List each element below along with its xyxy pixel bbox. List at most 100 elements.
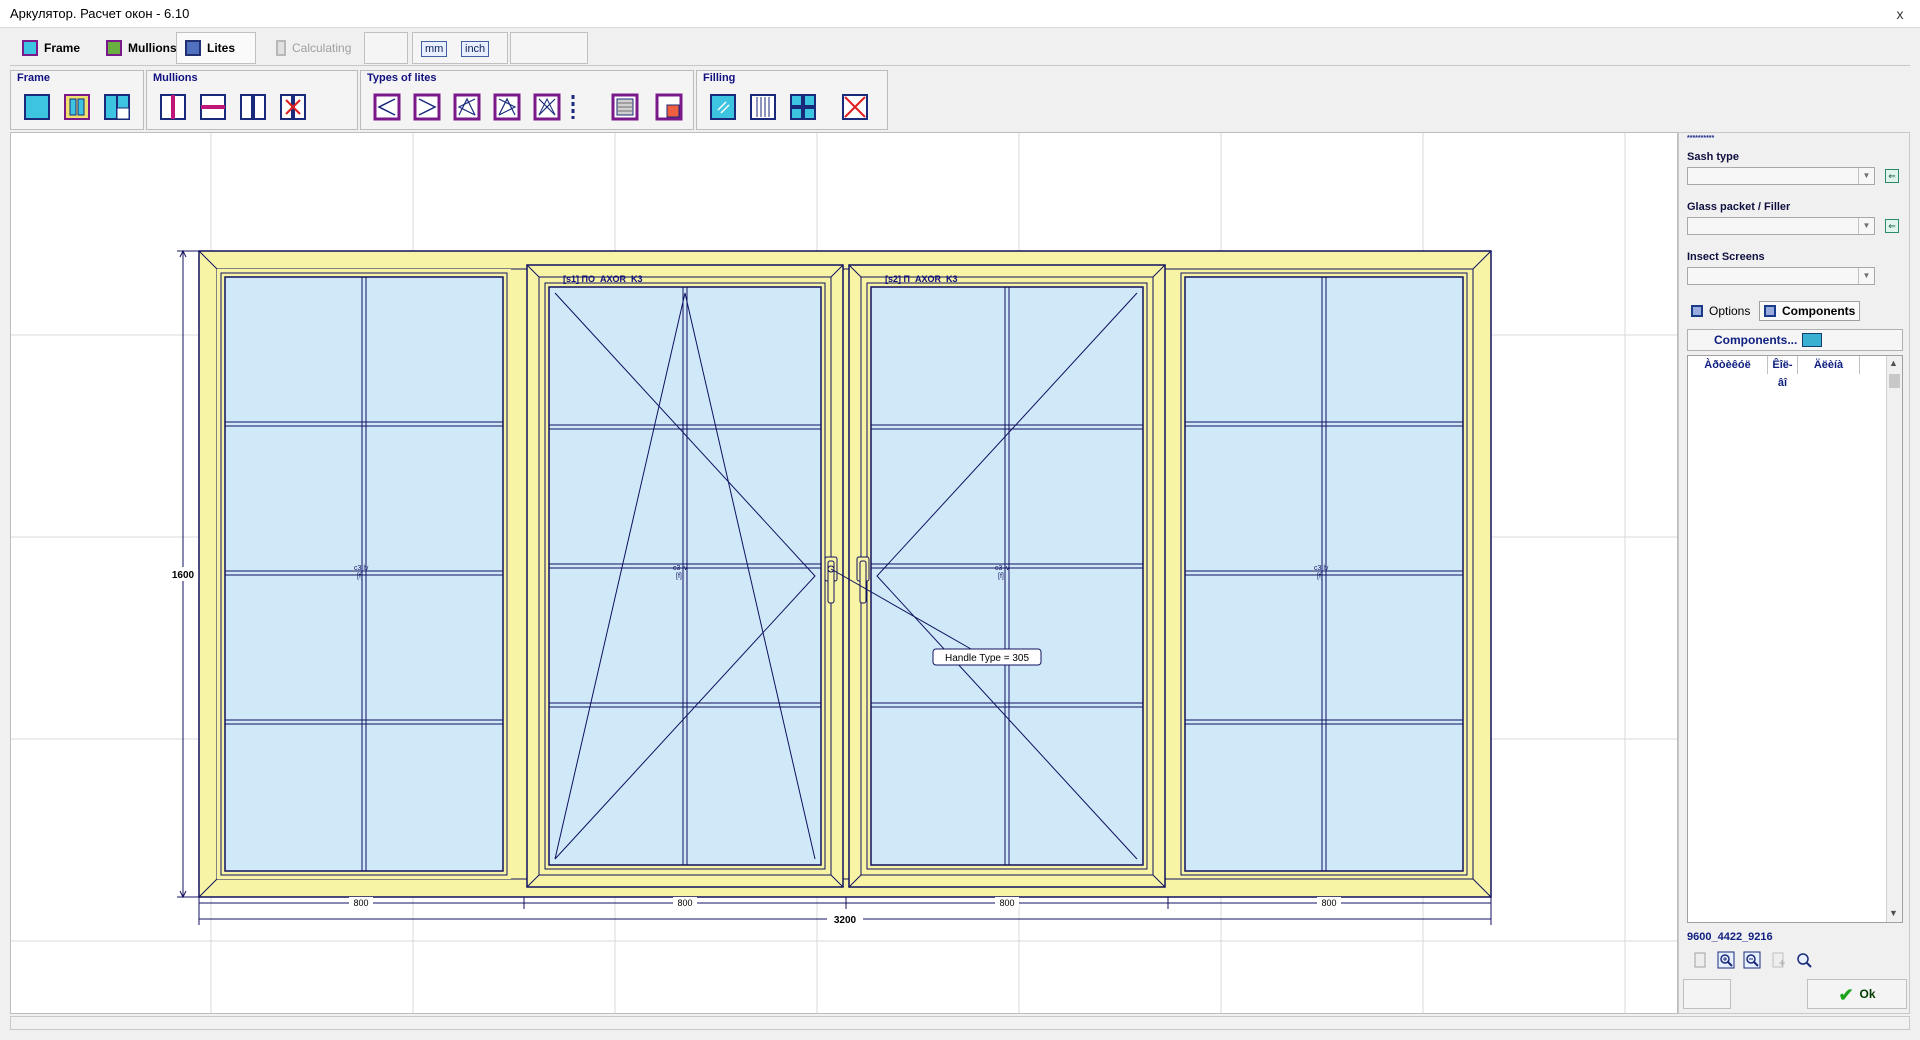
sash-1-glass[interactable] [548,286,822,866]
options-tab-icon [1691,305,1703,317]
mode-tab-lites-label: Lites [207,41,236,55]
chevron-down-icon: ▼ [1858,218,1874,234]
scroll-up-icon[interactable]: ▲ [1889,358,1898,368]
toolbar-group-frame: Frame [10,70,144,130]
filling-glass-icon [710,94,736,120]
frame-profile-button[interactable] [63,93,91,121]
ok-button[interactable]: ✔ Ok [1807,979,1907,1009]
document-icon[interactable] [1691,951,1709,969]
lite-right-button[interactable] [413,93,441,121]
blank-button[interactable] [1683,979,1731,1009]
scroll-down-icon[interactable]: ▼ [1889,908,1898,918]
filling-grid-icon [790,94,816,120]
lite-screen-button[interactable] [611,93,639,121]
toolbar-group-frame-label: Frame [17,72,51,84]
insect-screens-label: Insect Screens [1687,251,1765,263]
filling-grid-button[interactable] [789,93,817,121]
components-tab-icon [1764,305,1776,317]
lite-sill-button[interactable] [655,93,683,121]
blank-panel [364,32,408,64]
frame-profile-icon [64,94,90,120]
zoom-out-icon[interactable] [1743,951,1761,969]
frame-rect-button[interactable] [23,93,51,121]
components-grid[interactable]: Àðòèêóë Êîë-âî Äëèíà ▲ ▼ [1687,355,1903,923]
add-disabled-icon[interactable] [1769,951,1787,969]
insect-screens-combo[interactable]: ▼ [1687,267,1875,285]
window-drawing[interactable]: Handle Type = 305 [s1] ПО_AXOR_K3 [s2] П… [11,133,1678,1014]
width-dim-4[interactable]: 800 [1321,898,1336,908]
components-button[interactable]: Components... [1687,329,1903,351]
tab-options[interactable]: Options [1687,301,1754,321]
total-width-label[interactable]: 3200 [834,915,857,926]
drawing-canvas[interactable]: Handle Type = 305 [s1] ПО_AXOR_K3 [s2] П… [10,132,1678,1014]
lite-screen-icon [611,93,639,121]
lite-left-button[interactable] [373,93,401,121]
lite-tilt-turn-right-button[interactable] [493,93,521,121]
height-dimension-label[interactable]: 1600 [172,570,195,581]
toolbar-group-types-label: Types of lites [367,72,437,84]
zoom-fit-icon[interactable] [1795,951,1813,969]
checkmark-icon: ✔ [1838,984,1854,1005]
pane-marker-3a: c3 lv [995,565,1010,572]
lite-fixed-cross-icon [533,93,561,121]
mullion-vertical-button[interactable] [159,93,187,121]
mullion-delete-icon [280,94,306,120]
scroll-thumb[interactable] [1889,374,1900,388]
close-icon[interactable]: x [1880,0,1920,28]
fixed-pane-right-glass[interactable] [1184,276,1464,872]
fixed-pane-left-glass[interactable] [224,276,504,872]
window-title: Аркулятор. Расчет окон - 6.10 [10,6,190,21]
filling-panel-button[interactable] [749,93,777,121]
tab-components[interactable]: Components [1759,301,1861,321]
chevron-down-icon: ▼ [1858,268,1874,284]
toolbar-group-types-of-lites: Types of lites [360,70,694,130]
mullion-delete-button[interactable] [279,93,307,121]
title-bar: Аркулятор. Расчет окон - 6.10 x [0,0,1920,28]
zoom-in-icon[interactable] [1717,951,1735,969]
lite-separator-button[interactable] [567,93,579,121]
lite-fixed-cross-button[interactable] [533,93,561,121]
properties-panel: ********** Sash type ▼ ⇐ Glass packet / … [1678,132,1910,1014]
tab-options-label: Options [1709,304,1751,318]
mullion-horizontal-button[interactable] [199,93,227,121]
mullion-impost-button[interactable] [239,93,267,121]
status-bar [10,1016,1910,1030]
mode-bar: Frame Mullions Lites Calculating mm inch [10,30,1910,66]
glass-packet-apply-icon[interactable]: ⇐ [1885,219,1899,233]
unit-mm-button[interactable]: mm [421,41,448,57]
grid-header-length[interactable]: Äëèíà [1798,356,1860,374]
unit-inch-button[interactable]: inch [461,41,490,57]
frame-template-button[interactable] [103,93,131,121]
mode-tab-lites[interactable]: Lites [176,32,256,64]
glass-packet-combo[interactable]: ▼ [1687,217,1875,235]
lite-sill-icon [655,93,683,121]
mode-tab-calculating-label: Calculating [292,41,352,55]
width-dim-3[interactable]: 800 [999,898,1014,908]
lite-tilt-turn-left-button[interactable] [453,93,481,121]
sash-type-combo[interactable]: ▼ [1687,167,1875,185]
frame-mode-icon [22,40,38,56]
grid-header-article[interactable]: Àðòèêóë [1688,356,1768,374]
dialog-buttons: ✔ Ok [1683,979,1907,1009]
width-dim-1[interactable]: 800 [353,898,368,908]
lites-mode-icon [185,40,201,56]
width-dim-2[interactable]: 800 [677,898,692,908]
filling-glass-button[interactable] [709,93,737,121]
mode-tab-frame[interactable]: Frame [14,32,88,64]
blank-panel-2 [510,32,588,64]
pane-marker-1b: [f] [357,573,363,580]
filling-delete-button[interactable] [841,93,869,121]
mullion-vertical-icon [160,94,186,120]
mullion-horizontal-icon [200,94,226,120]
components-button-label: Components... [1714,333,1798,347]
sash-2-label: [s2] П_AXOR_K3 [885,274,958,284]
glass-packet-label: Glass packet / Filler [1687,201,1791,213]
grid-header-quantity[interactable]: Êîë-âî [1768,356,1798,389]
calculator-icon [276,40,286,56]
ok-button-label: Ok [1859,987,1876,1001]
pane-marker-1a: c3 lv [354,565,369,572]
mode-tab-mullions[interactable]: Mullions [98,32,185,64]
grid-scrollbar[interactable]: ▲ ▼ [1886,356,1902,922]
sash-type-apply-icon[interactable]: ⇐ [1885,169,1899,183]
sash-2-glass[interactable] [870,286,1144,866]
